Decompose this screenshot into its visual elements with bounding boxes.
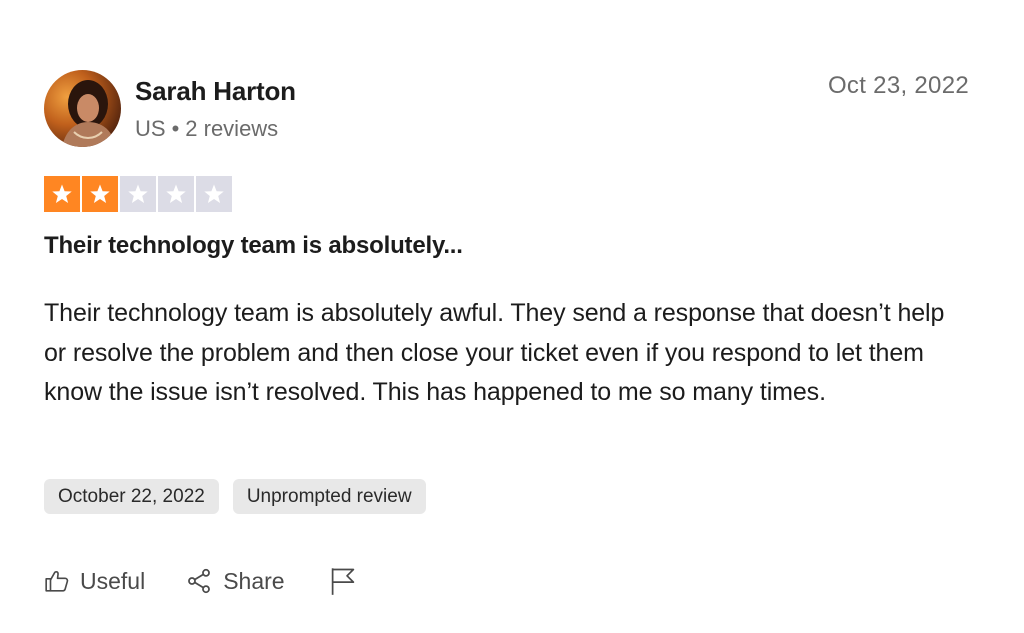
review-date: Oct 23, 2022 (827, 72, 969, 99)
reviewer-meta: US • 2 reviews (135, 114, 296, 144)
star-empty (120, 176, 156, 212)
reviewer-review-count: 2 reviews (185, 116, 279, 141)
star-icon (128, 184, 148, 203)
star-filled (44, 176, 80, 212)
share-button[interactable]: Share (185, 567, 285, 595)
share-label: Share (223, 567, 285, 594)
report-button[interactable] (329, 566, 367, 596)
useful-button[interactable]: Useful (44, 568, 145, 595)
review-body: Their technology team is absolutely awfu… (44, 299, 945, 406)
review-title[interactable]: Their technology team is absolutely... (44, 232, 463, 260)
review-tags: October 22, 2022 Unprompted review (44, 479, 426, 514)
review-card: Sarah Harton US • 2 reviews Oct 23, 2022 T… (0, 0, 1024, 633)
experience-date-tag: October 22, 2022 (44, 479, 219, 514)
star-filled (82, 176, 118, 212)
meta-separator: • (171, 116, 180, 141)
review-type-tag[interactable]: Unprompted review (232, 479, 426, 514)
reviewer-name[interactable]: Sarah Harton (135, 74, 296, 108)
star-icon (52, 184, 72, 203)
reviewer-header: Sarah Harton US • 2 reviews (44, 70, 296, 147)
star-icon (166, 184, 186, 203)
useful-label: Useful (80, 567, 146, 594)
reviewer-avatar[interactable] (44, 70, 121, 147)
reviewer-info: Sarah Harton US • 2 reviews (135, 70, 296, 144)
review-actions: Useful Share (44, 566, 367, 596)
star-empty (196, 176, 232, 212)
star-rating (44, 176, 232, 212)
reviewer-country: US (135, 116, 166, 141)
share-icon (188, 568, 211, 594)
star-icon (90, 184, 110, 203)
star-empty (158, 176, 194, 212)
star-icon (204, 184, 224, 203)
thumbs-up-icon (45, 570, 69, 592)
flag-icon (331, 568, 354, 595)
